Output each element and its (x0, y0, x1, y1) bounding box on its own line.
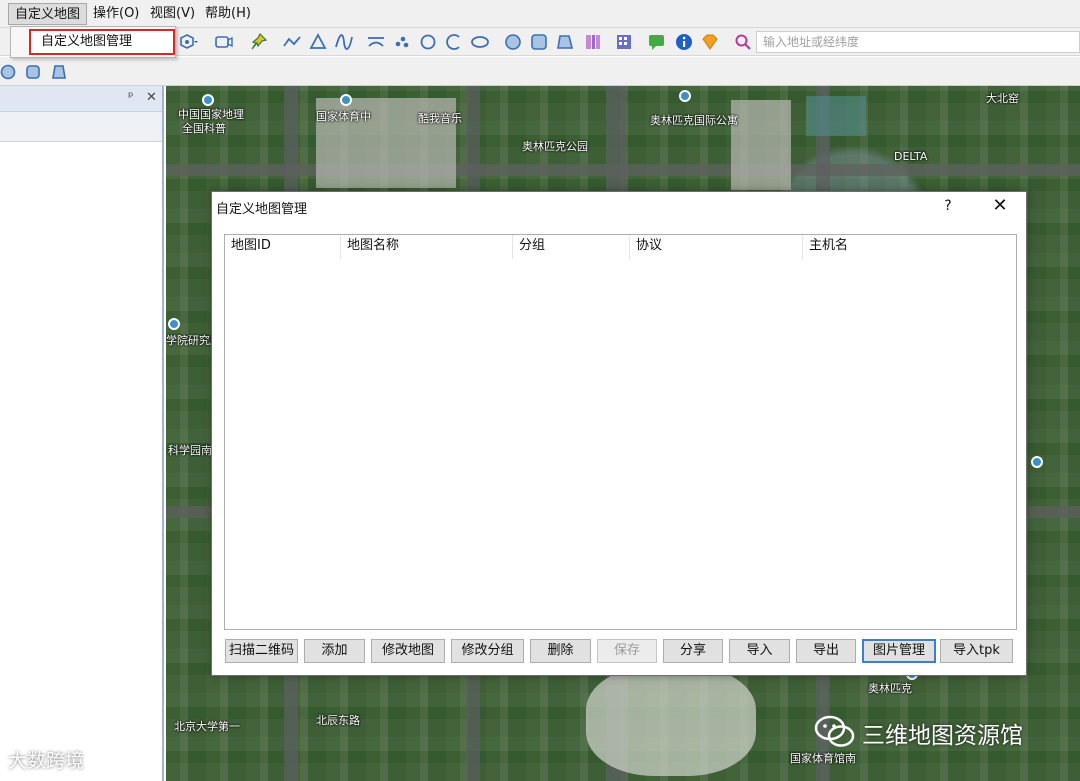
close-button[interactable]: ✕ (990, 195, 1010, 217)
arc-icon[interactable] (366, 32, 386, 52)
column-header-map-id[interactable]: 地图ID (225, 235, 341, 259)
scan-qrcode-button[interactable]: 扫描二维码 (225, 639, 298, 663)
map-poi-icon[interactable] (679, 90, 691, 102)
triangle-icon[interactable] (308, 32, 328, 52)
menu-bar: 自定义地图 操作(O) 视图(V) 帮助(H) (0, 0, 1080, 28)
points-icon[interactable] (392, 32, 412, 52)
curve-icon[interactable] (334, 32, 354, 52)
delete-button[interactable]: 删除 (530, 639, 591, 663)
help-button[interactable]: ? (940, 196, 956, 216)
map-road (166, 164, 1080, 176)
map-label: 北京大学第一 (174, 720, 240, 733)
circle-shape-icon[interactable] (0, 62, 18, 82)
map-poi-icon[interactable] (202, 94, 214, 106)
map-building (806, 96, 866, 136)
trapezoid-shape-icon[interactable] (49, 62, 69, 82)
search-icon[interactable] (733, 32, 753, 52)
building-icon[interactable] (614, 32, 634, 52)
map-label: 国家体育中 (316, 110, 371, 123)
dialog-title: 自定义地图管理 (216, 202, 308, 217)
polygon-icon[interactable] (503, 32, 523, 52)
map-poi-icon[interactable] (168, 318, 180, 330)
map-label: DELTA (894, 150, 928, 163)
menu-help[interactable]: 帮助(H) (199, 3, 257, 25)
map-label: 全国科普 (182, 122, 226, 135)
left-panel-header: ᵖ ✕ (0, 86, 162, 112)
custom-map-dropdown: 自定义地图管理 (10, 26, 176, 58)
camera-icon[interactable] (214, 32, 234, 52)
map-label: 奥林匹克公园 (522, 140, 588, 153)
address-search-input[interactable] (756, 31, 1080, 53)
polyline-icon[interactable] (282, 32, 302, 52)
map-label: 国家体育馆南 (790, 752, 856, 765)
table-header: 地图ID 地图名称 分组 协议 主机名 (225, 235, 1016, 259)
left-panel: ᵖ ✕ (0, 86, 164, 781)
map-label: 酷我音乐 (418, 112, 462, 125)
column-header-map-name[interactable]: 地图名称 (341, 235, 513, 259)
wechat-icon (814, 713, 856, 751)
chat-icon[interactable] (647, 32, 667, 52)
add-button[interactable]: 添加 (304, 639, 365, 663)
diamond-icon[interactable] (700, 32, 720, 52)
book-icon[interactable] (583, 32, 603, 52)
save-button[interactable]: 保存 (597, 639, 657, 663)
hexagon-dropdown-icon[interactable] (178, 32, 198, 52)
map-list-table[interactable]: 地图ID 地图名称 分组 协议 主机名 (224, 234, 1017, 630)
edit-group-button[interactable]: 修改分组 (451, 639, 524, 663)
map-label: 大北窑 (986, 92, 1019, 105)
arc-circle-icon[interactable] (444, 32, 464, 52)
menu-item-custom-map-manage[interactable]: 自定义地图管理 (29, 29, 175, 55)
menu-operation[interactable]: 操作(O) (87, 3, 145, 25)
map-poi-icon[interactable] (340, 94, 352, 106)
left-panel-subheader (0, 112, 162, 142)
import-tpk-button[interactable]: 导入tpk (940, 639, 1013, 663)
watermark-left: 大数跨境 (8, 750, 85, 772)
column-header-protocol[interactable]: 协议 (630, 235, 803, 259)
map-label: 北辰东路 (316, 714, 360, 727)
menu-view[interactable]: 视图(V) (144, 3, 201, 25)
panel-close-icon[interactable]: ✕ (146, 90, 157, 105)
edit-map-button[interactable]: 修改地图 (371, 639, 445, 663)
map-label: 奥林匹克 (868, 682, 912, 695)
pin-icon[interactable] (248, 32, 268, 52)
panel-pin-icon[interactable]: ᵖ (128, 90, 134, 105)
toolbar-secondary (0, 57, 1080, 86)
custom-map-manage-dialog: 自定义地图管理 ? ✕ 地图ID 地图名称 分组 协议 主机名 扫描二维码 添加… (211, 191, 1027, 676)
export-button[interactable]: 导出 (796, 639, 856, 663)
watermark-right: 三维地图资源馆 (862, 723, 1023, 749)
map-poi-icon[interactable] (1031, 456, 1043, 468)
share-button[interactable]: 分享 (663, 639, 723, 663)
ellipse-icon[interactable] (470, 32, 490, 52)
info-icon[interactable] (674, 32, 694, 52)
circle-icon[interactable] (418, 32, 438, 52)
column-header-group[interactable]: 分组 (513, 235, 630, 259)
menu-custom-map[interactable]: 自定义地图 (8, 3, 88, 25)
square-icon[interactable] (529, 32, 549, 52)
column-header-hostname[interactable]: 主机名 (803, 235, 1016, 259)
square-shape-icon[interactable] (23, 62, 43, 82)
map-building (586, 666, 756, 776)
import-button[interactable]: 导入 (729, 639, 790, 663)
trapezoid-icon[interactable] (555, 32, 575, 52)
map-building (731, 100, 791, 190)
image-manage-button[interactable]: 图片管理 (862, 639, 936, 663)
map-label: 科学园南 (168, 444, 212, 457)
map-label: 奥林匹克国际公寓 (650, 114, 738, 127)
